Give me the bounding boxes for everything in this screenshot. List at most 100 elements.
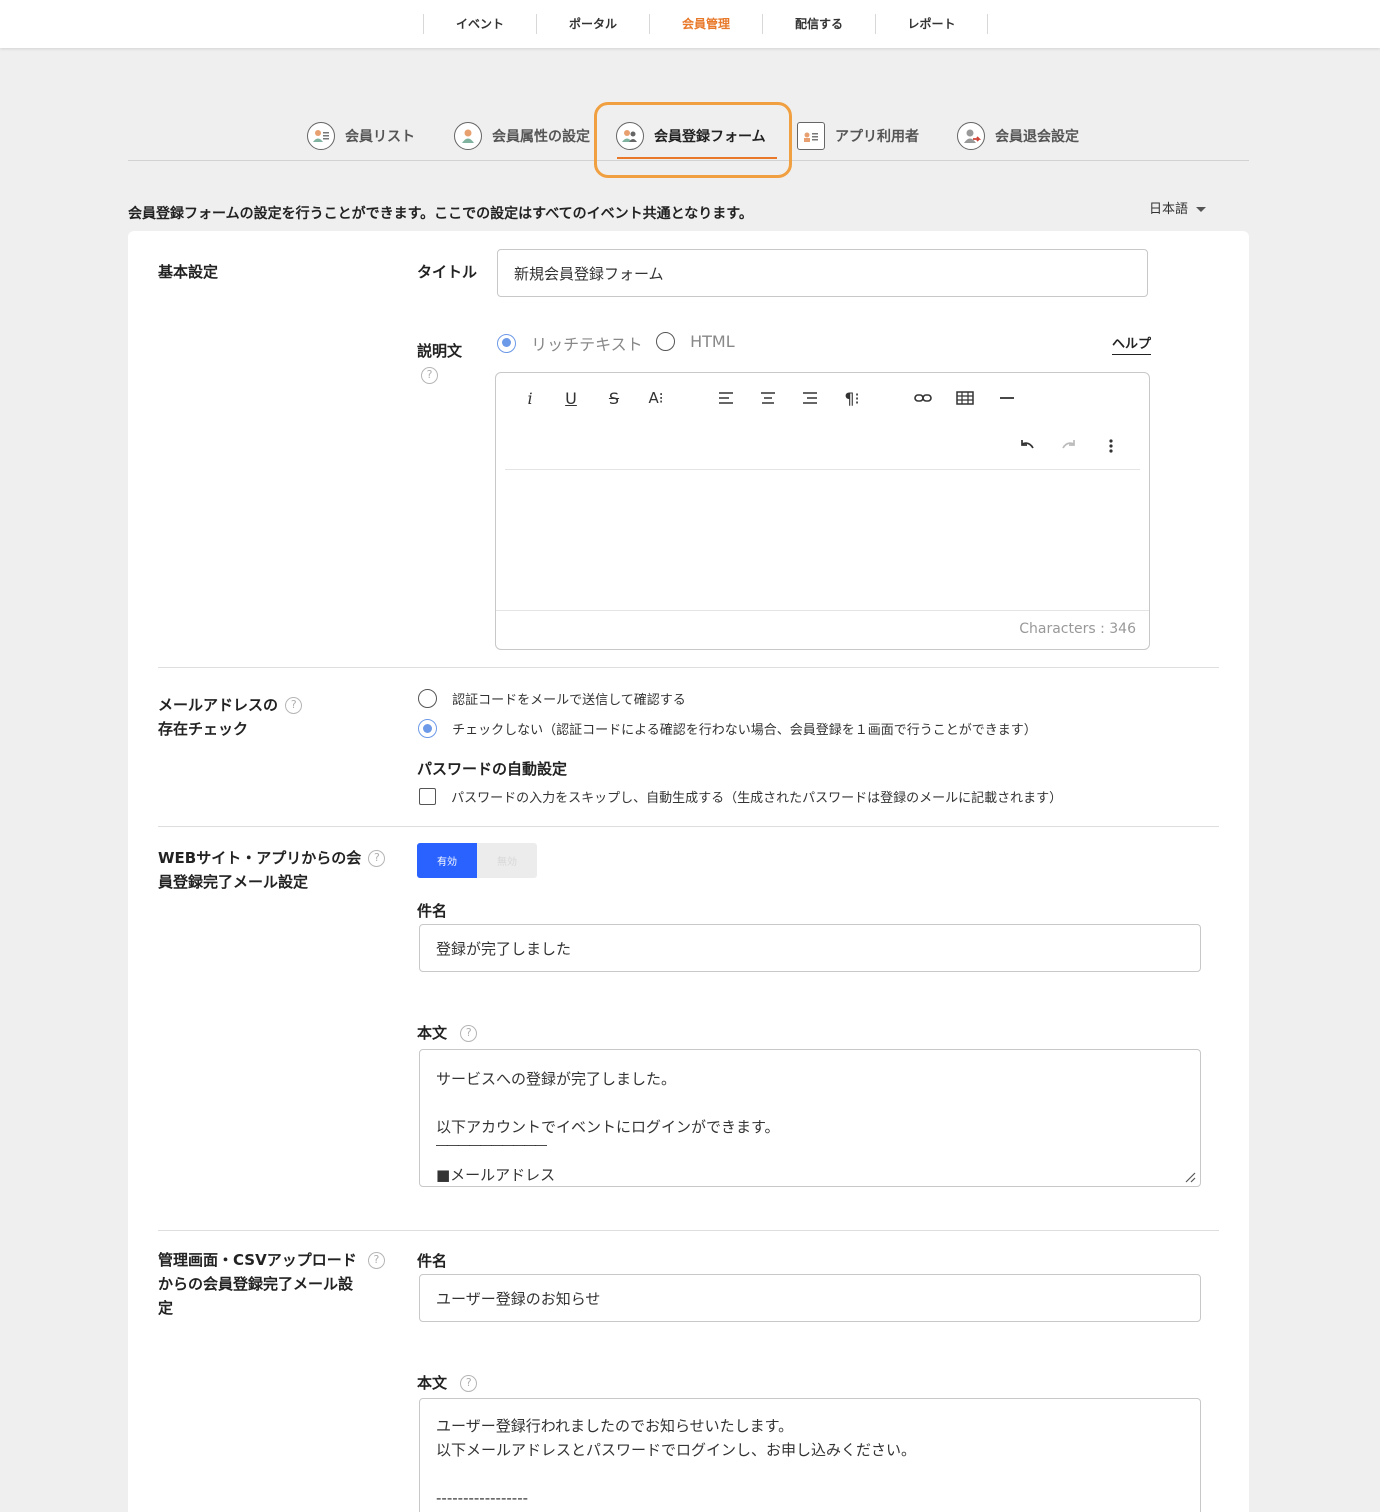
tab-app-users-label: アプリ利用者 bbox=[835, 129, 919, 145]
web-mail-label-line2: 員登録完了メール設定 bbox=[158, 873, 309, 891]
character-count: Characters : 346 bbox=[1019, 621, 1136, 637]
body-line: ■メールアドレス bbox=[436, 1166, 556, 1184]
admin-mail-section-label: 管理画面・CSVアップロード ? からの会員登録完了メール設 定 bbox=[158, 1248, 385, 1320]
top-nav-list: イベント ポータル 会員管理 配信する レポート bbox=[423, 14, 988, 34]
body-line: ----------------- bbox=[436, 1489, 529, 1507]
align-center-icon[interactable] bbox=[756, 386, 780, 410]
admin-mail-label-line3: 定 bbox=[158, 1299, 174, 1317]
editor-footer-divider bbox=[496, 610, 1149, 611]
basic-settings-label: 基本設定 bbox=[158, 263, 219, 281]
language-selector[interactable]: 日本語 bbox=[1149, 198, 1207, 217]
title-input[interactable]: 新規会員登録フォーム bbox=[497, 249, 1148, 297]
admin-mail-subject-input[interactable]: ユーザー登録のお知らせ bbox=[419, 1274, 1201, 1322]
body-line: 以下アカウントでイベントにログインができます。 bbox=[436, 1118, 780, 1136]
web-mail-body-label-text: 本文 bbox=[417, 1024, 448, 1042]
table-icon[interactable] bbox=[953, 386, 977, 410]
title-input-value: 新規会員登録フォーム bbox=[514, 264, 664, 283]
password-auto-checkbox[interactable] bbox=[419, 788, 436, 805]
member-list-icon bbox=[307, 122, 335, 150]
resize-handle-icon[interactable] bbox=[1184, 1171, 1196, 1183]
web-mail-help-icon[interactable]: ? bbox=[368, 850, 386, 867]
section-divider bbox=[158, 826, 1219, 827]
admin-mail-help-icon[interactable]: ? bbox=[367, 1252, 385, 1269]
web-mail-label-line1: WEBサイト・アプリからの会 bbox=[158, 849, 362, 867]
body-line: 以下メールアドレスとパスワードでログインし、お申し込みください。 bbox=[436, 1441, 917, 1459]
web-mail-subject-input[interactable]: 登録が完了しました bbox=[419, 924, 1201, 972]
email-check-label: メールアドレスの ? 存在チェック bbox=[158, 693, 303, 741]
editor-toolbar-divider bbox=[505, 469, 1140, 470]
web-mail-body-textarea[interactable]: サービスへの登録が完了しました。 以下アカウントでイベントにログインができます。… bbox=[419, 1049, 1201, 1187]
strikethrough-icon[interactable]: S bbox=[602, 386, 626, 410]
undo-icon[interactable] bbox=[1015, 434, 1039, 458]
admin-mail-body-help-icon[interactable]: ? bbox=[460, 1375, 478, 1392]
settings-card: 基本設定 タイトル 新規会員登録フォーム 説明文 ? リッチテキスト HTML … bbox=[128, 231, 1249, 1512]
rich-text-editor: i U S A⁝ ¶⁝ Characters : 346 bbox=[495, 372, 1150, 650]
mode-html-label: HTML bbox=[690, 332, 735, 351]
active-tab-highlight bbox=[594, 102, 792, 178]
web-mail-subject-label: 件名 bbox=[417, 902, 448, 920]
email-skip-radio[interactable] bbox=[418, 719, 437, 738]
member-withdrawal-icon bbox=[957, 122, 985, 150]
body-line bbox=[436, 1091, 1184, 1115]
tab-member-attributes-label: 会員属性の設定 bbox=[492, 129, 590, 145]
tab-app-users[interactable]: アプリ利用者 bbox=[797, 120, 919, 152]
nav-item-events[interactable]: イベント bbox=[423, 14, 536, 34]
email-verify-radio[interactable] bbox=[418, 689, 437, 708]
password-auto-label: パスワードの自動設定 bbox=[417, 760, 568, 778]
underline-icon[interactable]: U bbox=[559, 386, 583, 410]
admin-mail-label-line1: 管理画面・CSVアップロード bbox=[158, 1251, 357, 1269]
section-divider bbox=[158, 667, 1219, 668]
admin-mail-body-textarea[interactable]: ユーザー登録行われましたのでお知らせいたします。 以下メールアドレスとパスワード… bbox=[419, 1398, 1201, 1512]
nav-item-members[interactable]: 会員管理 bbox=[649, 14, 762, 34]
mode-html-option[interactable]: HTML bbox=[656, 331, 735, 351]
help-link[interactable]: ヘルプ bbox=[1112, 333, 1152, 355]
align-right-icon[interactable] bbox=[798, 386, 822, 410]
title-label: タイトル bbox=[417, 263, 478, 281]
email-check-label-line1: メールアドレスの bbox=[158, 696, 279, 714]
email-check-label-line2: 存在チェック bbox=[158, 720, 249, 738]
nav-item-report[interactable]: レポート bbox=[875, 14, 988, 34]
mode-html-radio[interactable] bbox=[656, 332, 675, 351]
admin-mail-body-label: 本文 ? bbox=[417, 1372, 478, 1393]
italic-icon[interactable]: i bbox=[518, 386, 542, 410]
admin-mail-subject-value: ユーザー登録のお知らせ bbox=[436, 1289, 601, 1308]
nav-item-portal[interactable]: ポータル bbox=[536, 14, 649, 34]
section-divider bbox=[158, 1230, 1219, 1231]
web-mail-body-label: 本文 ? bbox=[417, 1022, 478, 1043]
mode-rich-option[interactable]: リッチテキスト bbox=[497, 331, 643, 355]
description-label: 説明文 bbox=[417, 342, 463, 360]
mode-rich-radio[interactable] bbox=[497, 333, 516, 353]
member-attribute-icon bbox=[454, 122, 482, 150]
nav-item-deliver[interactable]: 配信する bbox=[762, 14, 875, 34]
horizontal-rule-icon[interactable] bbox=[995, 386, 1019, 410]
tab-member-list[interactable]: 会員リスト bbox=[307, 120, 415, 152]
web-mail-toggle[interactable]: 有効 無効 bbox=[417, 843, 537, 878]
body-line: ユーザー登録行われましたのでお知らせいたします。 bbox=[436, 1417, 794, 1435]
tab-member-withdrawal[interactable]: 会員退会設定 bbox=[957, 120, 1079, 152]
email-check-help-icon[interactable]: ? bbox=[285, 697, 303, 714]
password-auto-option-label: パスワードの入力をスキップし、自動生成する（生成されたパスワードは登録のメールに… bbox=[451, 791, 1063, 806]
toggle-disabled-button[interactable]: 無効 bbox=[477, 843, 537, 878]
top-navigation: イベント ポータル 会員管理 配信する レポート bbox=[0, 0, 1380, 48]
editor-content-area[interactable] bbox=[505, 479, 1140, 605]
body-line bbox=[436, 1462, 1184, 1486]
web-mail-section-label: WEBサイト・アプリからの会 ? 員登録完了メール設定 bbox=[158, 846, 386, 894]
email-skip-label: チェックしない（認証コードによる確認を行わない場合、会員登録を１画面で行うことが… bbox=[452, 723, 1037, 738]
font-size-icon[interactable]: A⁝ bbox=[644, 386, 668, 410]
admin-mail-body-label-text: 本文 bbox=[417, 1374, 448, 1392]
align-left-icon[interactable] bbox=[714, 386, 738, 410]
email-skip-option[interactable]: チェックしない（認証コードによる確認を行わない場合、会員登録を１画面で行うことが… bbox=[418, 718, 1037, 738]
redo-icon[interactable] bbox=[1057, 434, 1081, 458]
toggle-enabled-button[interactable]: 有効 bbox=[417, 843, 477, 878]
caret-down-icon bbox=[1196, 207, 1207, 212]
description-help-icon[interactable]: ? bbox=[421, 367, 438, 384]
email-verify-option[interactable]: 認証コードをメールで送信して確認する bbox=[418, 688, 686, 708]
password-auto-option[interactable]: パスワードの入力をスキップし、自動生成する（生成されたパスワードは登録のメールに… bbox=[419, 786, 1062, 806]
paragraph-icon[interactable]: ¶⁝ bbox=[840, 386, 864, 410]
web-mail-body-help-icon[interactable]: ? bbox=[460, 1025, 478, 1042]
language-selector-label: 日本語 bbox=[1149, 202, 1189, 217]
more-options-icon[interactable] bbox=[1099, 434, 1123, 458]
tab-member-attributes[interactable]: 会員属性の設定 bbox=[454, 120, 590, 152]
link-icon[interactable] bbox=[911, 386, 935, 410]
app-users-icon bbox=[797, 122, 825, 150]
